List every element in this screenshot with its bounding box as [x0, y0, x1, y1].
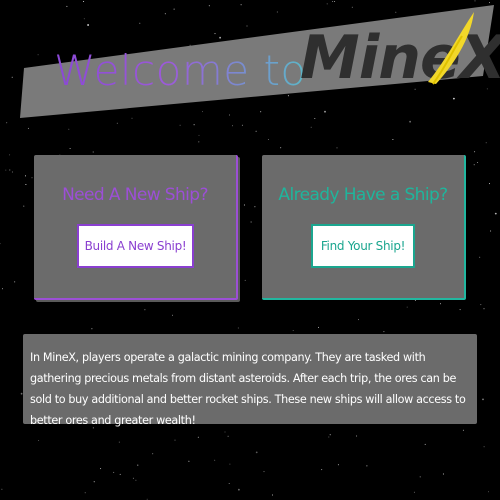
star	[263, 471, 265, 473]
star	[229, 463, 231, 465]
star	[224, 431, 226, 433]
star	[321, 469, 323, 471]
star	[244, 279, 246, 281]
star	[243, 204, 245, 206]
star	[214, 459, 216, 461]
star	[197, 436, 199, 438]
star	[358, 319, 359, 321]
star	[238, 488, 240, 491]
star	[473, 164, 475, 166]
star	[474, 151, 476, 153]
star	[2, 288, 3, 290]
star	[254, 206, 256, 208]
build-new-ship-button[interactable]: Build A New Ship!	[77, 224, 194, 268]
star	[336, 147, 338, 149]
star	[132, 477, 134, 479]
logo-swoosh-icon	[428, 12, 474, 85]
star	[1, 488, 3, 490]
star	[14, 281, 16, 283]
new-ship-title: Need A New Ship?	[62, 185, 208, 205]
star	[383, 331, 385, 333]
star	[483, 446, 485, 448]
star	[482, 398, 484, 401]
star	[238, 206, 240, 208]
star	[328, 436, 330, 438]
star	[93, 481, 95, 483]
star	[91, 328, 93, 330]
existing-ship-card: Already Have a Ship? Find Your Ship!	[262, 155, 466, 300]
star	[5, 169, 7, 171]
star	[38, 440, 40, 441]
star	[119, 473, 121, 475]
star	[413, 491, 415, 493]
star	[255, 451, 258, 454]
star	[31, 177, 33, 179]
star	[419, 476, 421, 478]
star	[424, 443, 426, 445]
star	[489, 183, 490, 185]
star	[0, 243, 1, 245]
star	[198, 134, 200, 136]
star	[188, 460, 190, 462]
star	[92, 151, 94, 153]
find-your-ship-button[interactable]: Find Your Ship!	[311, 224, 415, 268]
star	[11, 171, 13, 173]
star	[174, 439, 176, 441]
star	[280, 147, 282, 149]
star	[477, 162, 479, 163]
star	[292, 330, 294, 331]
star	[442, 473, 444, 475]
star	[69, 148, 71, 149]
star	[9, 169, 11, 171]
star	[137, 464, 139, 466]
star	[366, 465, 368, 467]
star	[267, 139, 269, 140]
game-description-text: In MineX, players operate a galactic min…	[30, 351, 466, 427]
star	[485, 142, 487, 144]
game-description-panel: In MineX, players operate a galactic min…	[23, 334, 477, 427]
star	[237, 327, 239, 329]
star	[488, 491, 489, 493]
star	[25, 175, 26, 177]
star	[392, 139, 394, 140]
star	[459, 309, 461, 311]
star	[318, 326, 319, 328]
star	[272, 494, 273, 496]
star	[198, 141, 200, 143]
star	[118, 441, 120, 443]
star	[406, 306, 408, 308]
star	[356, 435, 358, 437]
star	[480, 304, 482, 306]
star	[9, 154, 11, 156]
star	[494, 212, 497, 215]
star	[250, 221, 252, 223]
new-ship-card: Need A New Ship? Build A New Ship!	[34, 155, 238, 300]
star	[414, 299, 416, 301]
star	[483, 308, 485, 310]
star	[337, 464, 339, 466]
star	[113, 471, 115, 473]
star	[152, 453, 154, 455]
star	[479, 256, 481, 258]
star	[100, 468, 102, 470]
star	[255, 130, 257, 132]
existing-ship-title: Already Have a Ship?	[278, 185, 448, 205]
star	[135, 479, 137, 481]
star	[23, 205, 25, 207]
star	[228, 483, 230, 484]
star	[25, 184, 27, 185]
star	[329, 434, 331, 436]
header-banner: Welcome to MineX	[0, 0, 500, 120]
star	[144, 309, 146, 311]
star	[84, 492, 86, 494]
star	[172, 314, 173, 316]
star	[490, 230, 492, 232]
star	[440, 303, 441, 305]
star	[227, 435, 229, 437]
